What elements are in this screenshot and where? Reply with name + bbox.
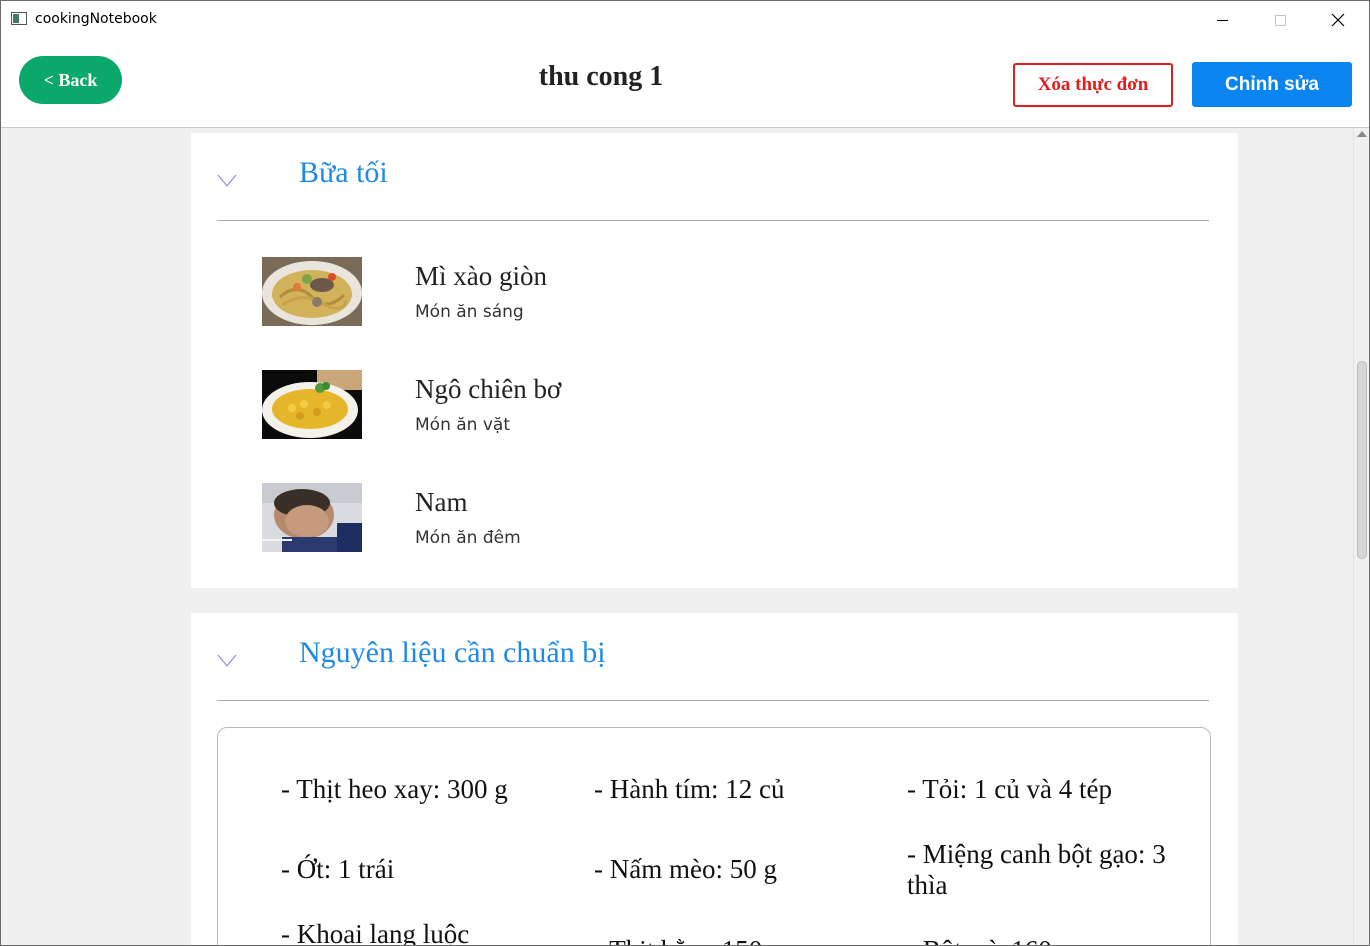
- scroll-thumb[interactable]: [1357, 361, 1367, 559]
- page-header: < Back thu cong 1 Xóa thực đơn Chỉnh sửa: [1, 39, 1369, 128]
- dish-category: Món ăn đêm: [415, 528, 521, 548]
- dish-name: Mì xào giòn: [415, 261, 547, 291]
- ingredient-item: - Bột mì: 160: [907, 935, 1197, 945]
- minimize-button[interactable]: [1193, 1, 1251, 39]
- ingredients-section-card: Nguyên liệu cần chuẩn bị - Thịt heo xay:…: [191, 613, 1238, 945]
- dish-item[interactable]: Ngô chiên bơ Món ăn vặt: [261, 370, 1161, 440]
- dish-item[interactable]: Mì xào giòn Món ăn sáng: [261, 257, 1161, 327]
- dish-category: Món ăn sáng: [415, 302, 524, 322]
- close-icon: [1331, 13, 1345, 27]
- scroll-content: Bữa tối Mì xào giòn Món ăn sáng Ngô chiê…: [1, 128, 1353, 945]
- chevron-down-icon[interactable]: [217, 169, 237, 189]
- maximize-button[interactable]: [1251, 1, 1309, 39]
- title-bar: cookingNotebook: [1, 1, 1369, 39]
- ingredient-item: - Thịt bằm: 150: [594, 935, 884, 945]
- dish-item[interactable]: Nam Món ăn đêm: [261, 483, 1161, 553]
- page-title: thu cong 1: [538, 61, 664, 92]
- dish-name: Nam: [415, 487, 468, 517]
- section-divider: [217, 700, 1209, 701]
- dish-name: Ngô chiên bơ: [415, 374, 562, 404]
- ingredient-item: - Ớt: 1 trái: [281, 854, 395, 884]
- ingredients-list: - Thịt heo xay: 300 g - Hành tím: 12 củ …: [217, 727, 1211, 945]
- meal-section-title[interactable]: Bữa tối: [299, 156, 388, 190]
- ingredient-item: - Miệng canh bột gạo: 3 thìa: [907, 839, 1166, 900]
- vertical-scrollbar[interactable]: [1353, 128, 1369, 945]
- ingredient-item: - Thịt heo xay: 300 g: [281, 774, 508, 804]
- meal-section-card: Bữa tối Mì xào giòn Món ăn sáng Ngô chiê…: [191, 133, 1238, 588]
- scroll-up-icon[interactable]: [1357, 131, 1367, 137]
- close-button[interactable]: [1309, 1, 1367, 39]
- maximize-icon: [1274, 14, 1286, 26]
- ingredient-item: - Hành tím: 12 củ: [594, 774, 785, 804]
- ingredient-item: - Nấm mèo: 50 g: [594, 854, 777, 884]
- dish-image: [262, 257, 362, 326]
- dish-category: Món ăn vặt: [415, 415, 510, 435]
- dish-image: [262, 370, 362, 439]
- app-icon: [11, 12, 27, 25]
- ingredients-section-title[interactable]: Nguyên liệu cần chuẩn bị: [299, 636, 606, 670]
- app-window: cookingNotebook < Back thu cong 1 Xóa th…: [0, 0, 1370, 946]
- ingredient-item: - Tỏi: 1 củ và 4 tép: [907, 774, 1112, 804]
- dish-image: [262, 483, 362, 552]
- edit-button[interactable]: Chỉnh sửa: [1192, 62, 1352, 107]
- minimize-icon: [1216, 19, 1228, 21]
- delete-menu-button[interactable]: Xóa thực đơn: [1013, 63, 1173, 107]
- ingredient-item: - Khoai lang luộc: [281, 919, 470, 945]
- window-title: cookingNotebook: [35, 11, 157, 27]
- back-button[interactable]: < Back: [19, 56, 122, 104]
- section-divider: [217, 220, 1209, 221]
- chevron-down-icon[interactable]: [217, 649, 237, 669]
